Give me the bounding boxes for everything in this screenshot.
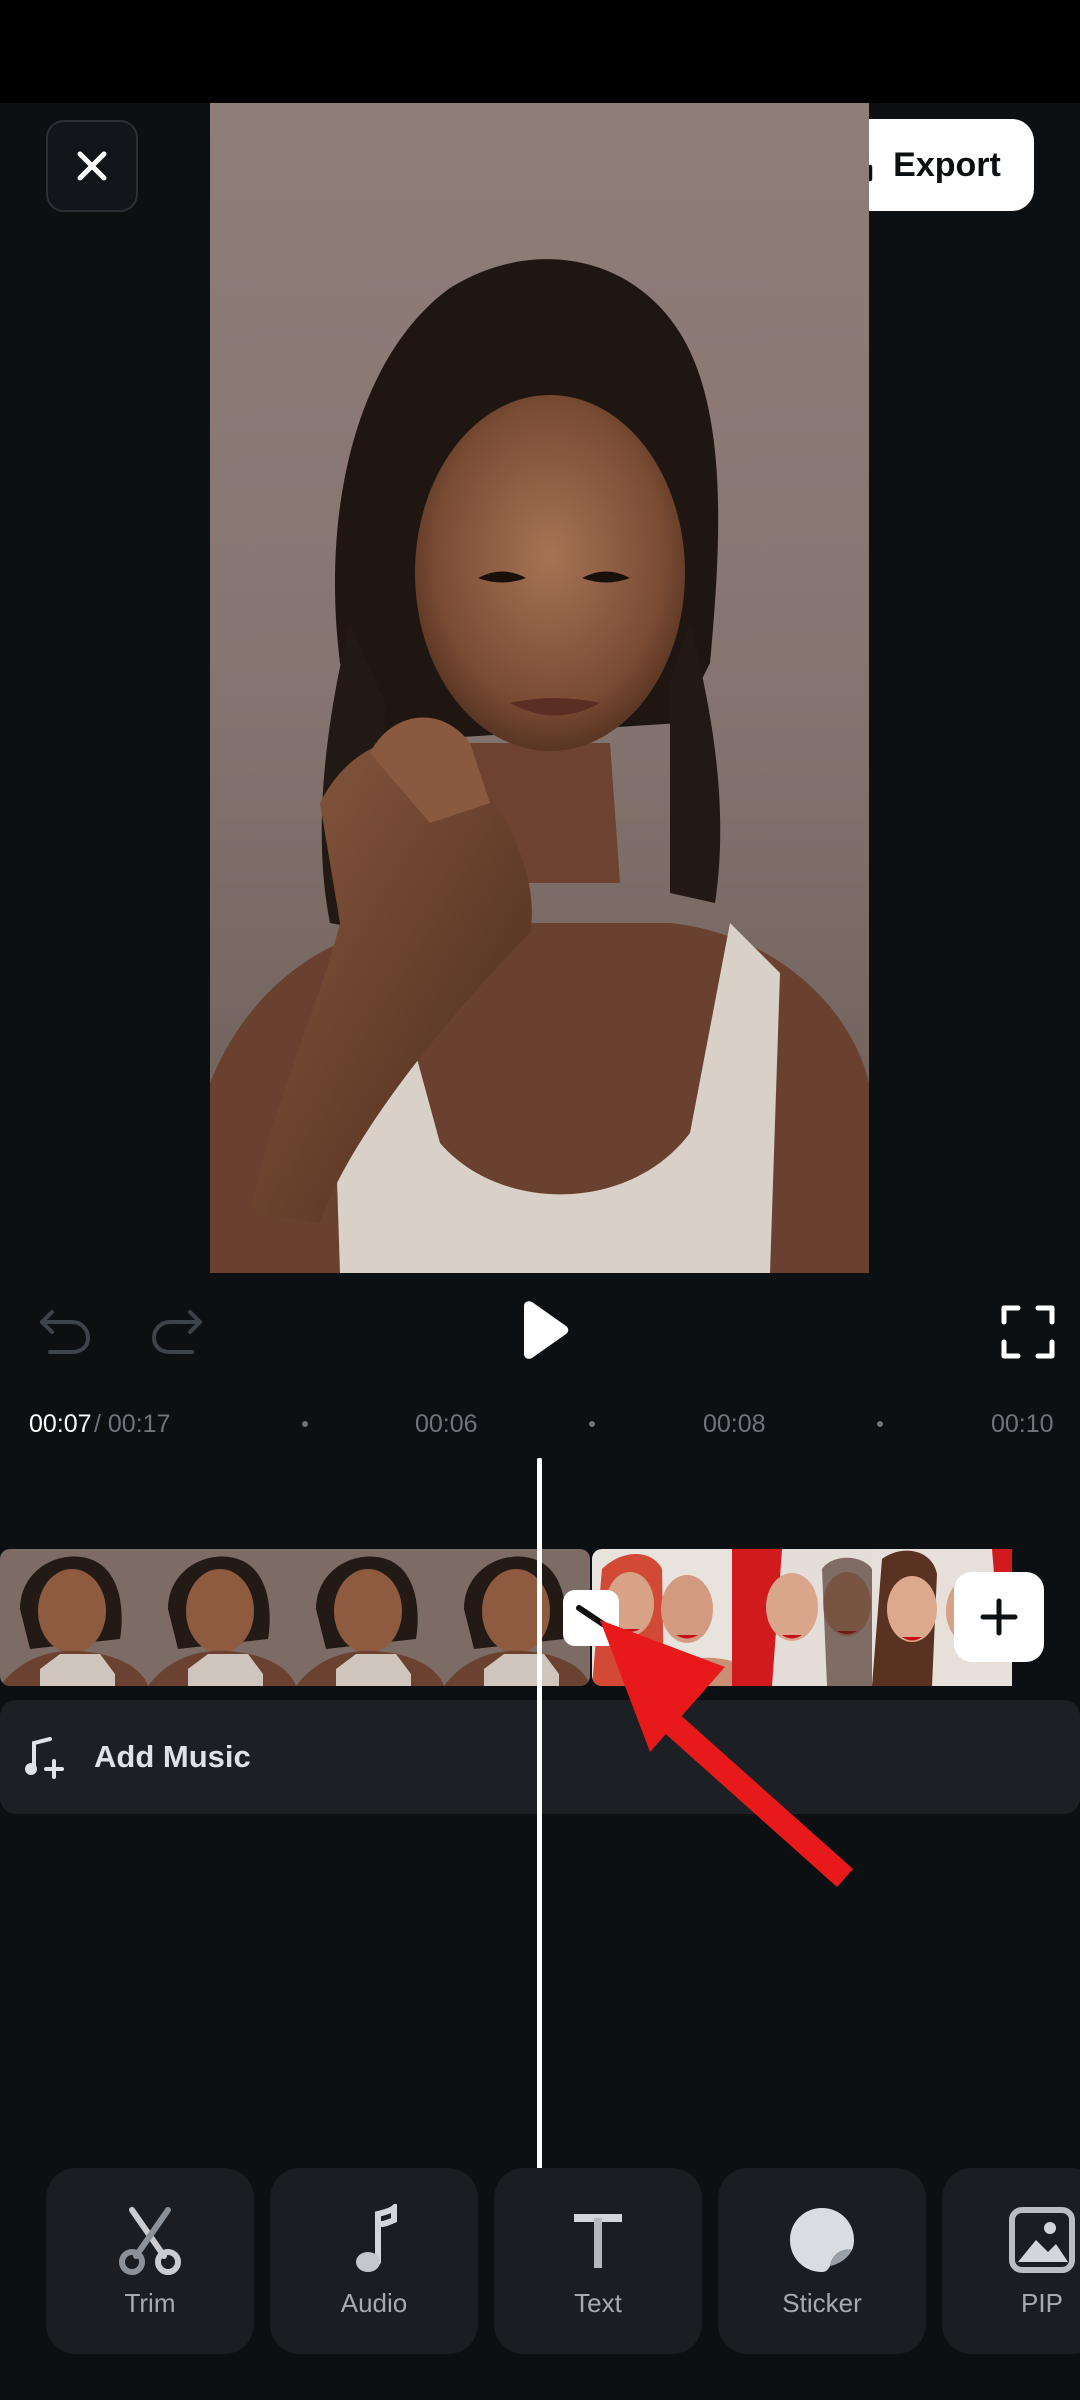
ruler-tick (302, 1421, 308, 1427)
tool-trim[interactable]: Trim (46, 2168, 254, 2354)
close-icon (77, 151, 107, 181)
scissors-icon (119, 2207, 181, 2275)
current-time: 00:07 (29, 1410, 92, 1438)
export-label: Export (893, 145, 1001, 184)
image-icon (1009, 2207, 1075, 2273)
tool-sticker[interactable]: Sticker (718, 2168, 926, 2354)
add-clip-button[interactable] (954, 1572, 1044, 1662)
ruler-label-1: 00:06 (415, 1410, 478, 1438)
status-bar (0, 0, 1080, 103)
tool-pip-label: PIP (1021, 2288, 1063, 2318)
tool-text[interactable]: Text (494, 2168, 702, 2354)
play-icon[interactable] (510, 1298, 574, 1362)
sticker-icon (790, 2208, 854, 2272)
add-music-label: Add Music (94, 1739, 251, 1774)
total-time: / 00:17 (94, 1410, 171, 1438)
redo-icon[interactable] (148, 1300, 206, 1358)
close-button[interactable] (46, 120, 138, 212)
bottom-toolbar: Trim Audio Text Sticker PIP (0, 2168, 1080, 2356)
video-clip-1[interactable] (0, 1549, 590, 1686)
video-preview[interactable] (210, 103, 869, 1273)
ruler-tick (877, 1421, 883, 1427)
ruler-label-2: 00:08 (703, 1410, 766, 1438)
fullscreen-icon[interactable] (1000, 1304, 1056, 1360)
video-editor-screen: Export 00:07 / 00:17 00:06 00:08 00:10 A… (0, 0, 1080, 2400)
music-add-icon (25, 1737, 64, 1779)
playhead[interactable] (537, 1458, 542, 2170)
tool-sticker-label: Sticker (782, 2288, 862, 2318)
clip-thumbnail (0, 1549, 148, 1686)
tool-pip[interactable]: PIP (942, 2168, 1080, 2354)
music-note-icon (356, 2204, 397, 2272)
tool-text-label: Text (574, 2288, 622, 2318)
undo-icon[interactable] (36, 1300, 94, 1358)
preview-frame-image (210, 103, 869, 1273)
ruler-tick (589, 1421, 595, 1427)
transition-button[interactable] (563, 1590, 619, 1646)
ruler-label-3: 00:10 (991, 1410, 1054, 1438)
tool-audio[interactable]: Audio (270, 2168, 478, 2354)
tool-trim-label: Trim (124, 2288, 176, 2318)
clip-thumbnail (732, 1549, 872, 1686)
text-icon (574, 2214, 622, 2268)
tool-audio-label: Audio (340, 2288, 408, 2318)
plus-icon (980, 1598, 1018, 1636)
transition-icon (576, 1605, 606, 1627)
clip-thumbnail (148, 1549, 296, 1686)
clip-thumbnail (296, 1549, 444, 1686)
